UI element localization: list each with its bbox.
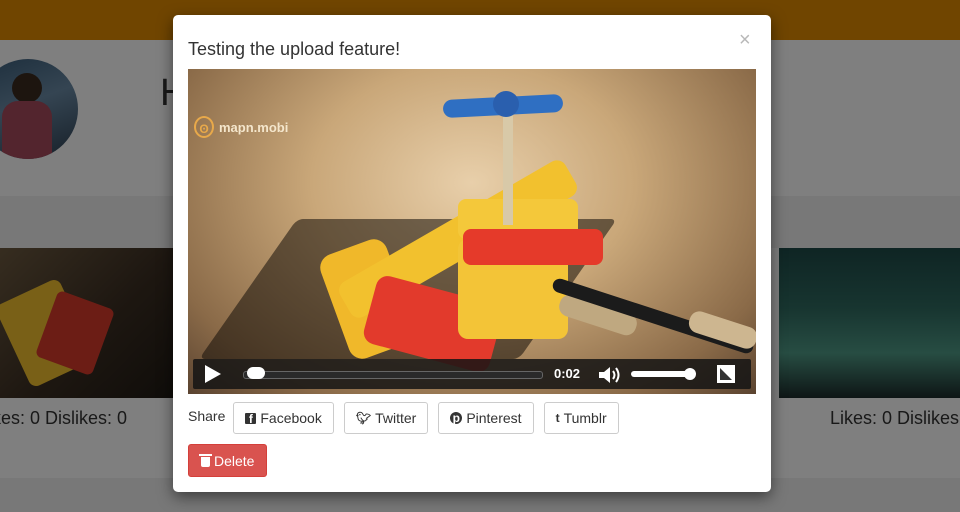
- video-controls: 0:02: [193, 359, 751, 389]
- video-modal: Testing the upload feature! × ʘ mapn.mob…: [173, 15, 771, 492]
- mapn-logo-icon: ʘ: [194, 116, 214, 138]
- share-facebook-label: Facebook: [260, 410, 322, 426]
- watermark-logo: ʘ mapn.mobi: [194, 116, 288, 138]
- share-row: Share f Facebook 🐦︎ Twitter p Pinterest …: [188, 401, 629, 435]
- close-icon[interactable]: ×: [739, 29, 751, 52]
- twitter-icon: 🐦︎: [355, 411, 372, 425]
- elapsed-time: 0:02: [554, 366, 581, 381]
- pinterest-icon: p: [450, 412, 463, 424]
- trash-icon: [199, 453, 212, 467]
- video-frame-lego-mast: [503, 115, 513, 225]
- delete-button[interactable]: Delete: [188, 444, 268, 477]
- share-tumblr-label: Tumblr: [563, 410, 607, 426]
- share-pinterest-button[interactable]: p Pinterest: [438, 402, 534, 434]
- play-icon[interactable]: [205, 365, 221, 383]
- share-tumblr-button[interactable]: t Tumblr: [543, 402, 619, 434]
- facebook-icon: f: [245, 412, 257, 425]
- volume-slider-handle[interactable]: [683, 368, 696, 380]
- watermark-text: mapn.mobi: [219, 119, 289, 135]
- video-frame-lego-rotor-hub: [493, 91, 519, 117]
- modal-title: Testing the upload feature!: [188, 39, 401, 59]
- share-twitter-button[interactable]: 🐦︎ Twitter: [343, 402, 429, 434]
- progress-track[interactable]: [243, 371, 543, 379]
- tumblr-icon: t: [555, 411, 560, 425]
- share-facebook-button[interactable]: f Facebook: [233, 402, 334, 434]
- fullscreen-icon[interactable]: [717, 365, 735, 383]
- progress-scrubber[interactable]: [246, 367, 265, 379]
- share-twitter-label: Twitter: [375, 410, 417, 426]
- delete-label: Delete: [214, 452, 255, 469]
- share-pinterest-label: Pinterest: [466, 410, 522, 426]
- share-label: Share: [188, 408, 226, 424]
- video-player[interactable]: ʘ mapn.mobi 0:02: [188, 69, 756, 394]
- volume-icon[interactable]: [597, 366, 623, 384]
- video-frame-lego-red-beam: [463, 229, 603, 265]
